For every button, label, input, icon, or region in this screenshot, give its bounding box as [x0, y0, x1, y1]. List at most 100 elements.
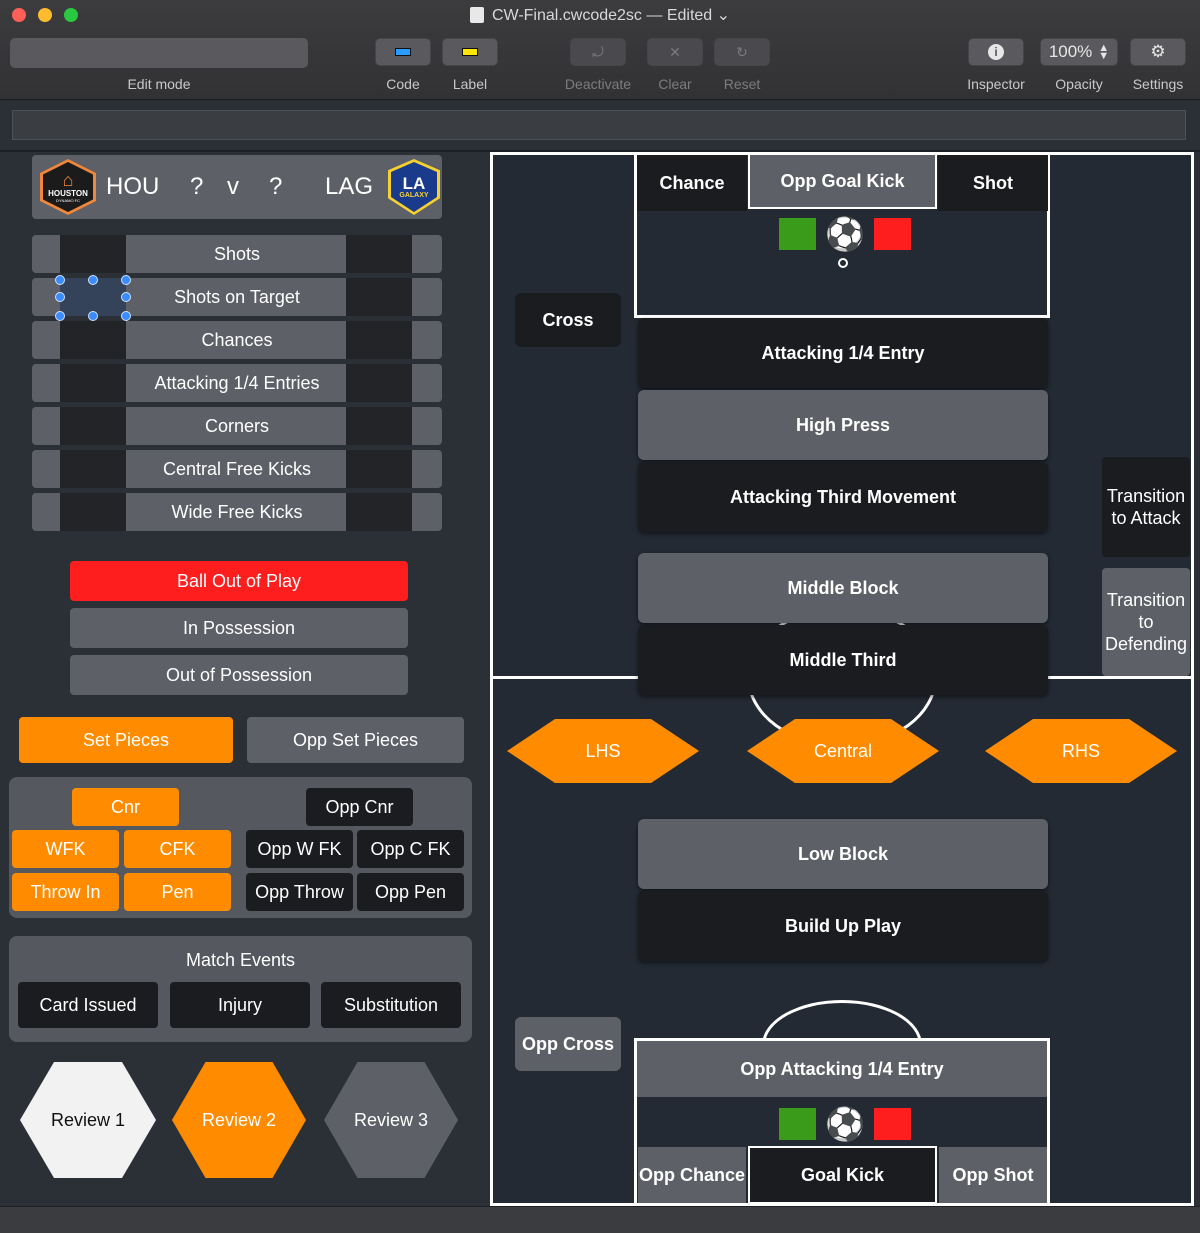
opp-throw-button[interactable]: Opp Throw: [246, 873, 353, 911]
chance-button[interactable]: Chance: [637, 155, 747, 211]
away-stat-box[interactable]: [346, 321, 412, 359]
away-stat-box[interactable]: [346, 235, 412, 273]
throw-in-button[interactable]: Throw In: [12, 873, 119, 911]
transition-to-defending-button[interactable]: Transition to Defending: [1102, 568, 1190, 676]
label-button[interactable]: [442, 38, 498, 66]
match-events-panel: Match Events Card Issued Injury Substitu…: [9, 936, 472, 1042]
opp-chance-button[interactable]: Opp Chance: [638, 1147, 746, 1203]
opp-central-free-kick-button[interactable]: Opp C FK: [357, 830, 464, 868]
injury-button[interactable]: Injury: [170, 982, 310, 1028]
gear-icon: ⚙: [1150, 42, 1166, 61]
window-toolbar: CW-Final.cwcode2sc — Edited ⌄ ■▸ ☝ ▭ ▮▮ …: [0, 0, 1200, 100]
home-logo-subtext: DYNAMO FC: [56, 198, 80, 203]
wide-free-kick-button[interactable]: WFK: [12, 830, 119, 868]
stat-label: Attacking 1/4 Entries: [154, 372, 320, 393]
opacity-value: 100%: [1048, 42, 1093, 61]
stat-row-chances[interactable]: Chances: [32, 321, 442, 359]
resize-handle[interactable]: [88, 311, 98, 321]
low-block-button[interactable]: Low Block: [638, 819, 1048, 889]
middle-third-button[interactable]: Middle Third: [638, 625, 1048, 695]
football-icon[interactable]: ⚽: [825, 1106, 865, 1142]
opp-wide-free-kick-button[interactable]: Opp W FK: [246, 830, 353, 868]
stat-row-shots[interactable]: Shots: [32, 235, 442, 273]
high-press-button[interactable]: High Press: [638, 390, 1048, 460]
away-score: ?: [269, 173, 283, 200]
football-icon[interactable]: ⚽: [825, 216, 865, 252]
opacity-stepper[interactable]: 100% ▲ ▼: [1040, 38, 1118, 66]
resize-handle[interactable]: [121, 311, 131, 321]
substitution-button[interactable]: Substitution: [321, 982, 461, 1028]
home-goal-marker[interactable]: [779, 218, 816, 250]
resize-handle[interactable]: [121, 275, 131, 285]
stat-label: Wide Free Kicks: [171, 501, 303, 522]
resize-handle[interactable]: [55, 275, 65, 285]
home-goal-marker[interactable]: [779, 1108, 816, 1140]
code-icon: [395, 48, 411, 56]
shot-button[interactable]: Shot: [938, 155, 1048, 211]
reset-label: Reset: [723, 76, 761, 92]
stat-row-attacking-entries[interactable]: Attacking 1/4 Entries: [32, 364, 442, 402]
home-stat-box[interactable]: [60, 407, 126, 445]
corner-button[interactable]: Cnr: [72, 788, 179, 826]
card-issued-button[interactable]: Card Issued: [18, 982, 158, 1028]
stat-row-central-free-kicks[interactable]: Central Free Kicks: [32, 450, 442, 488]
review-2-button[interactable]: Review 2: [172, 1062, 306, 1178]
middle-block-button[interactable]: Middle Block: [638, 553, 1048, 623]
penalty-button[interactable]: Pen: [124, 873, 231, 911]
home-stat-box[interactable]: [60, 364, 126, 402]
window-title: CW-Final.cwcode2sc — Edited ⌄: [0, 4, 1200, 26]
code-label: Code: [386, 76, 420, 92]
opacity-label: Opacity: [1055, 76, 1103, 92]
out-of-possession-button[interactable]: Out of Possession: [70, 655, 408, 695]
resize-handle[interactable]: [88, 275, 98, 285]
reset-button[interactable]: ↻: [714, 38, 770, 66]
resize-handle[interactable]: [55, 311, 65, 321]
opp-penalty-button[interactable]: Opp Pen: [357, 873, 464, 911]
attacking-third-movement-button[interactable]: Attacking Third Movement: [638, 462, 1048, 532]
opp-attacking-quarter-entry-button[interactable]: Opp Attacking 1/4 Entry: [637, 1041, 1047, 1097]
opp-goal-kick-button[interactable]: Opp Goal Kick: [748, 153, 937, 209]
home-stat-box[interactable]: [60, 235, 126, 273]
home-stat-box[interactable]: [60, 321, 126, 359]
away-goal-marker[interactable]: [874, 218, 911, 250]
code-input-bar[interactable]: [12, 110, 1186, 140]
home-stat-box[interactable]: [60, 493, 126, 531]
away-stat-box[interactable]: [346, 450, 412, 488]
goal-kick-button[interactable]: Goal Kick: [748, 1146, 937, 1204]
away-stat-box[interactable]: [346, 278, 412, 316]
home-stat-box[interactable]: [60, 450, 126, 488]
attacking-quarter-entry-button[interactable]: Attacking 1/4 Entry: [638, 318, 1048, 388]
review-3-button[interactable]: Review 3: [324, 1062, 458, 1178]
central-free-kick-button[interactable]: CFK: [124, 830, 231, 868]
build-up-play-button[interactable]: Build Up Play: [638, 891, 1048, 961]
versus-label: v: [227, 173, 239, 200]
deactivate-button[interactable]: ⤾: [570, 38, 626, 66]
away-stat-box[interactable]: [346, 493, 412, 531]
home-score: ?: [190, 173, 204, 200]
stat-row-wide-free-kicks[interactable]: Wide Free Kicks: [32, 493, 442, 531]
stat-row-corners[interactable]: Corners: [32, 407, 442, 445]
in-possession-button[interactable]: In Possession: [70, 608, 408, 648]
set-pieces-tab[interactable]: Set Pieces: [19, 717, 233, 763]
resize-handle[interactable]: [55, 292, 65, 302]
touchline-right: [1191, 152, 1194, 1206]
away-goal-marker[interactable]: [874, 1108, 911, 1140]
code-button[interactable]: [375, 38, 431, 66]
opp-cross-button[interactable]: Opp Cross: [515, 1017, 621, 1071]
away-stat-box[interactable]: [346, 407, 412, 445]
inspector-button[interactable]: i: [968, 38, 1024, 66]
resize-handle[interactable]: [121, 292, 131, 302]
match-events-title: Match Events: [185, 949, 296, 970]
transition-to-attack-button[interactable]: Transition to Attack: [1102, 457, 1190, 557]
opp-corner-button[interactable]: Opp Cnr: [306, 788, 413, 826]
review-1-button[interactable]: Review 1: [20, 1062, 156, 1178]
clear-button[interactable]: ✕: [647, 38, 703, 66]
away-stat-box[interactable]: [346, 364, 412, 402]
cross-button[interactable]: Cross: [515, 293, 621, 347]
opp-set-pieces-tab[interactable]: Opp Set Pieces: [247, 717, 464, 763]
document-icon: [469, 7, 484, 23]
settings-button[interactable]: ⚙: [1130, 38, 1186, 66]
ball-out-of-play-button[interactable]: Ball Out of Play: [70, 561, 408, 601]
stat-label: Shots: [213, 243, 261, 264]
opp-shot-button[interactable]: Opp Shot: [939, 1147, 1047, 1203]
